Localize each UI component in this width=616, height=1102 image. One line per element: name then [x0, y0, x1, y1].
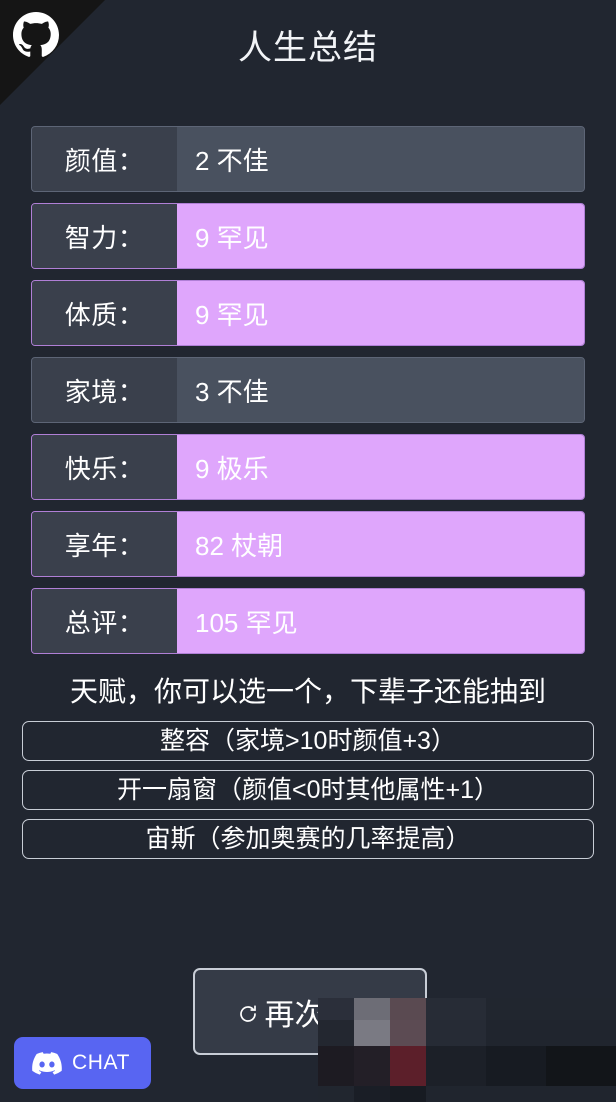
talent-option-button[interactable]: 整容（家境>10时颜值+3）	[22, 721, 594, 761]
stat-label: 家境：	[32, 358, 177, 422]
talent-option-button[interactable]: 开一扇窗（颜值<0时其他属性+1）	[22, 770, 594, 810]
pixel-block	[426, 998, 486, 1020]
pixel-block	[486, 998, 616, 1020]
talent-list: 整容（家境>10时颜值+3） 开一扇窗（颜值<0时其他属性+1） 宙斯（参加奥赛的几…	[22, 721, 594, 859]
stat-row: 智力： 9 罕见	[31, 203, 585, 269]
reload-icon	[236, 1000, 260, 1024]
pixel-block	[426, 1046, 486, 1086]
github-octocat-icon	[13, 12, 59, 58]
stats-list: 颜值： 2 不佳 智力： 9 罕见 体质： 9 罕见 家境： 3 不佳 快乐： 9 极乐 享年： 82…	[31, 126, 585, 665]
stat-value: 82 杖朝	[177, 512, 584, 576]
stat-value: 9 极乐	[177, 435, 584, 499]
stat-label: 享年：	[32, 512, 177, 576]
restart-button-label: 再次重开	[264, 998, 385, 1032]
pixel-block	[390, 1086, 426, 1102]
stat-label: 快乐：	[32, 435, 177, 499]
stat-label: 智力：	[32, 204, 177, 268]
discord-icon	[32, 1051, 62, 1075]
pixel-block	[426, 1086, 616, 1102]
stat-value: 9 罕见	[177, 204, 584, 268]
pixel-block	[486, 1046, 546, 1086]
pixel-block	[318, 1086, 354, 1102]
pixel-block	[486, 1020, 616, 1046]
talent-option-button[interactable]: 宙斯（参加奥赛的几率提高）	[22, 819, 594, 859]
stat-row: 颜值： 2 不佳	[31, 126, 585, 192]
discord-chat-button[interactable]: CHAT	[14, 1037, 151, 1089]
stat-label: 总评：	[32, 589, 177, 653]
stat-label: 体质：	[32, 281, 177, 345]
stat-row: 享年： 82 杖朝	[31, 511, 585, 577]
stat-row: 体质： 9 罕见	[31, 280, 585, 346]
talent-section: 天赋，你可以选一个，下辈子还能抽到 整容（家境>10时颜值+3） 开一扇窗（颜值<…	[0, 672, 616, 868]
app-header: 人生总结	[0, 0, 616, 105]
talent-hint: 天赋，你可以选一个，下辈子还能抽到	[69, 676, 546, 707]
stat-row: 家境： 3 不佳	[31, 357, 585, 423]
github-corner-link[interactable]	[0, 0, 105, 105]
stat-value: 2 不佳	[177, 127, 584, 191]
stat-value: 9 罕见	[177, 281, 584, 345]
stat-value: 3 不佳	[177, 358, 584, 422]
discord-chat-label: CHAT	[72, 1051, 131, 1074]
stat-row: 快乐： 9 极乐	[31, 434, 585, 500]
stat-row: 总评： 105 罕见	[31, 588, 585, 654]
stat-value: 105 罕见	[177, 589, 584, 653]
pixel-block	[354, 1086, 390, 1102]
pixel-block	[546, 1046, 616, 1086]
pixel-block	[426, 1020, 486, 1046]
stat-label: 颜值：	[32, 127, 177, 191]
restart-button[interactable]: 再次重开	[193, 968, 427, 1055]
